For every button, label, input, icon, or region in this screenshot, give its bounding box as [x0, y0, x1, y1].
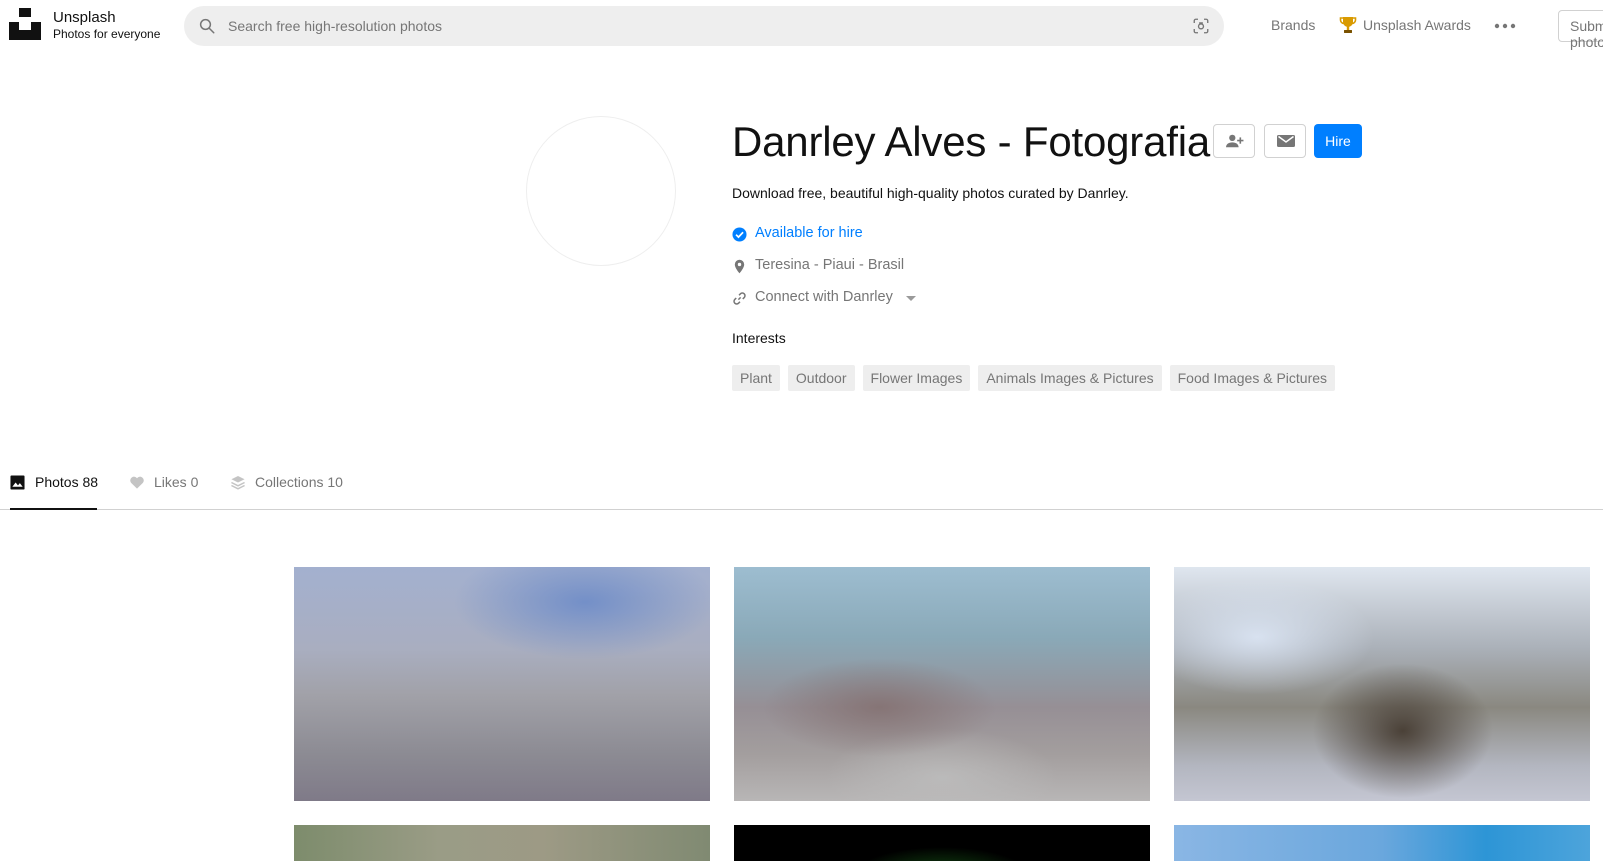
user-plus-icon	[1226, 134, 1244, 148]
image-icon	[10, 475, 25, 490]
photo-tile[interactable]	[1174, 825, 1590, 861]
search-input[interactable]	[228, 6, 1128, 46]
profile-name: Danrley Alves - Fotografia	[732, 118, 1211, 165]
photo-tile[interactable]	[294, 567, 710, 801]
connect-text: Connect with Danrley	[755, 289, 893, 305]
submit-photo-button[interactable]: Submit a photo	[1558, 10, 1603, 50]
search-bar	[184, 6, 1224, 46]
interest-tag[interactable]: Plant	[732, 365, 780, 391]
location-text: Teresina - Piaui - Brasil	[755, 257, 905, 273]
ellipsis-icon[interactable]	[1494, 23, 1516, 29]
chevron-down-icon	[906, 296, 916, 301]
check-circle-icon	[732, 227, 747, 242]
interest-tag[interactable]: Food Images & Pictures	[1169, 365, 1336, 391]
visual-search-icon[interactable]	[1192, 17, 1210, 35]
profile-bio: Download free, beautiful high-quality ph…	[732, 185, 1129, 201]
interests-heading: Interests	[732, 330, 786, 346]
nav-awards-label: Unsplash Awards	[1363, 17, 1471, 33]
brand-name[interactable]: Unsplash	[53, 9, 116, 26]
tab-likes-label: Likes 0	[154, 474, 199, 490]
brand-tagline: Photos for everyone	[53, 27, 161, 41]
top-navigation-bar: Unsplash Photos for everyone Brands Unsp…	[0, 0, 1603, 52]
photo-tile[interactable]	[294, 825, 710, 861]
availability-text: Available for hire	[755, 225, 863, 241]
nav-brands-link[interactable]: Brands	[1271, 17, 1315, 33]
heart-icon	[130, 476, 144, 489]
search-icon[interactable]	[198, 17, 216, 35]
interest-tag[interactable]: Flower Images	[862, 365, 971, 391]
mail-icon	[1277, 135, 1295, 147]
tab-photos-label: Photos 88	[35, 474, 99, 490]
photo-tile[interactable]	[734, 825, 1150, 861]
unsplash-logo-icon[interactable]	[9, 8, 41, 40]
link-icon	[733, 292, 746, 305]
tab-photos[interactable]: Photos 88	[10, 458, 99, 510]
hire-button[interactable]: Hire	[1314, 124, 1362, 158]
follow-button[interactable]	[1213, 124, 1255, 158]
map-pin-icon	[734, 259, 745, 274]
profile-tabs: Photos 88 Likes 0 Collections 10	[0, 458, 1603, 510]
stack-icon	[231, 475, 245, 490]
trophy-icon	[1339, 17, 1357, 33]
interest-tags: Plant Outdoor Flower Images Animals Images …	[732, 365, 1343, 391]
message-button[interactable]	[1264, 124, 1306, 158]
photo-tile[interactable]	[734, 567, 1150, 801]
interest-tag[interactable]: Outdoor	[787, 365, 855, 391]
tab-collections-label: Collections 10	[255, 474, 343, 490]
avatar	[526, 116, 676, 266]
photo-tile[interactable]	[1174, 567, 1590, 801]
interest-tag[interactable]: Animals Images & Pictures	[978, 365, 1162, 391]
